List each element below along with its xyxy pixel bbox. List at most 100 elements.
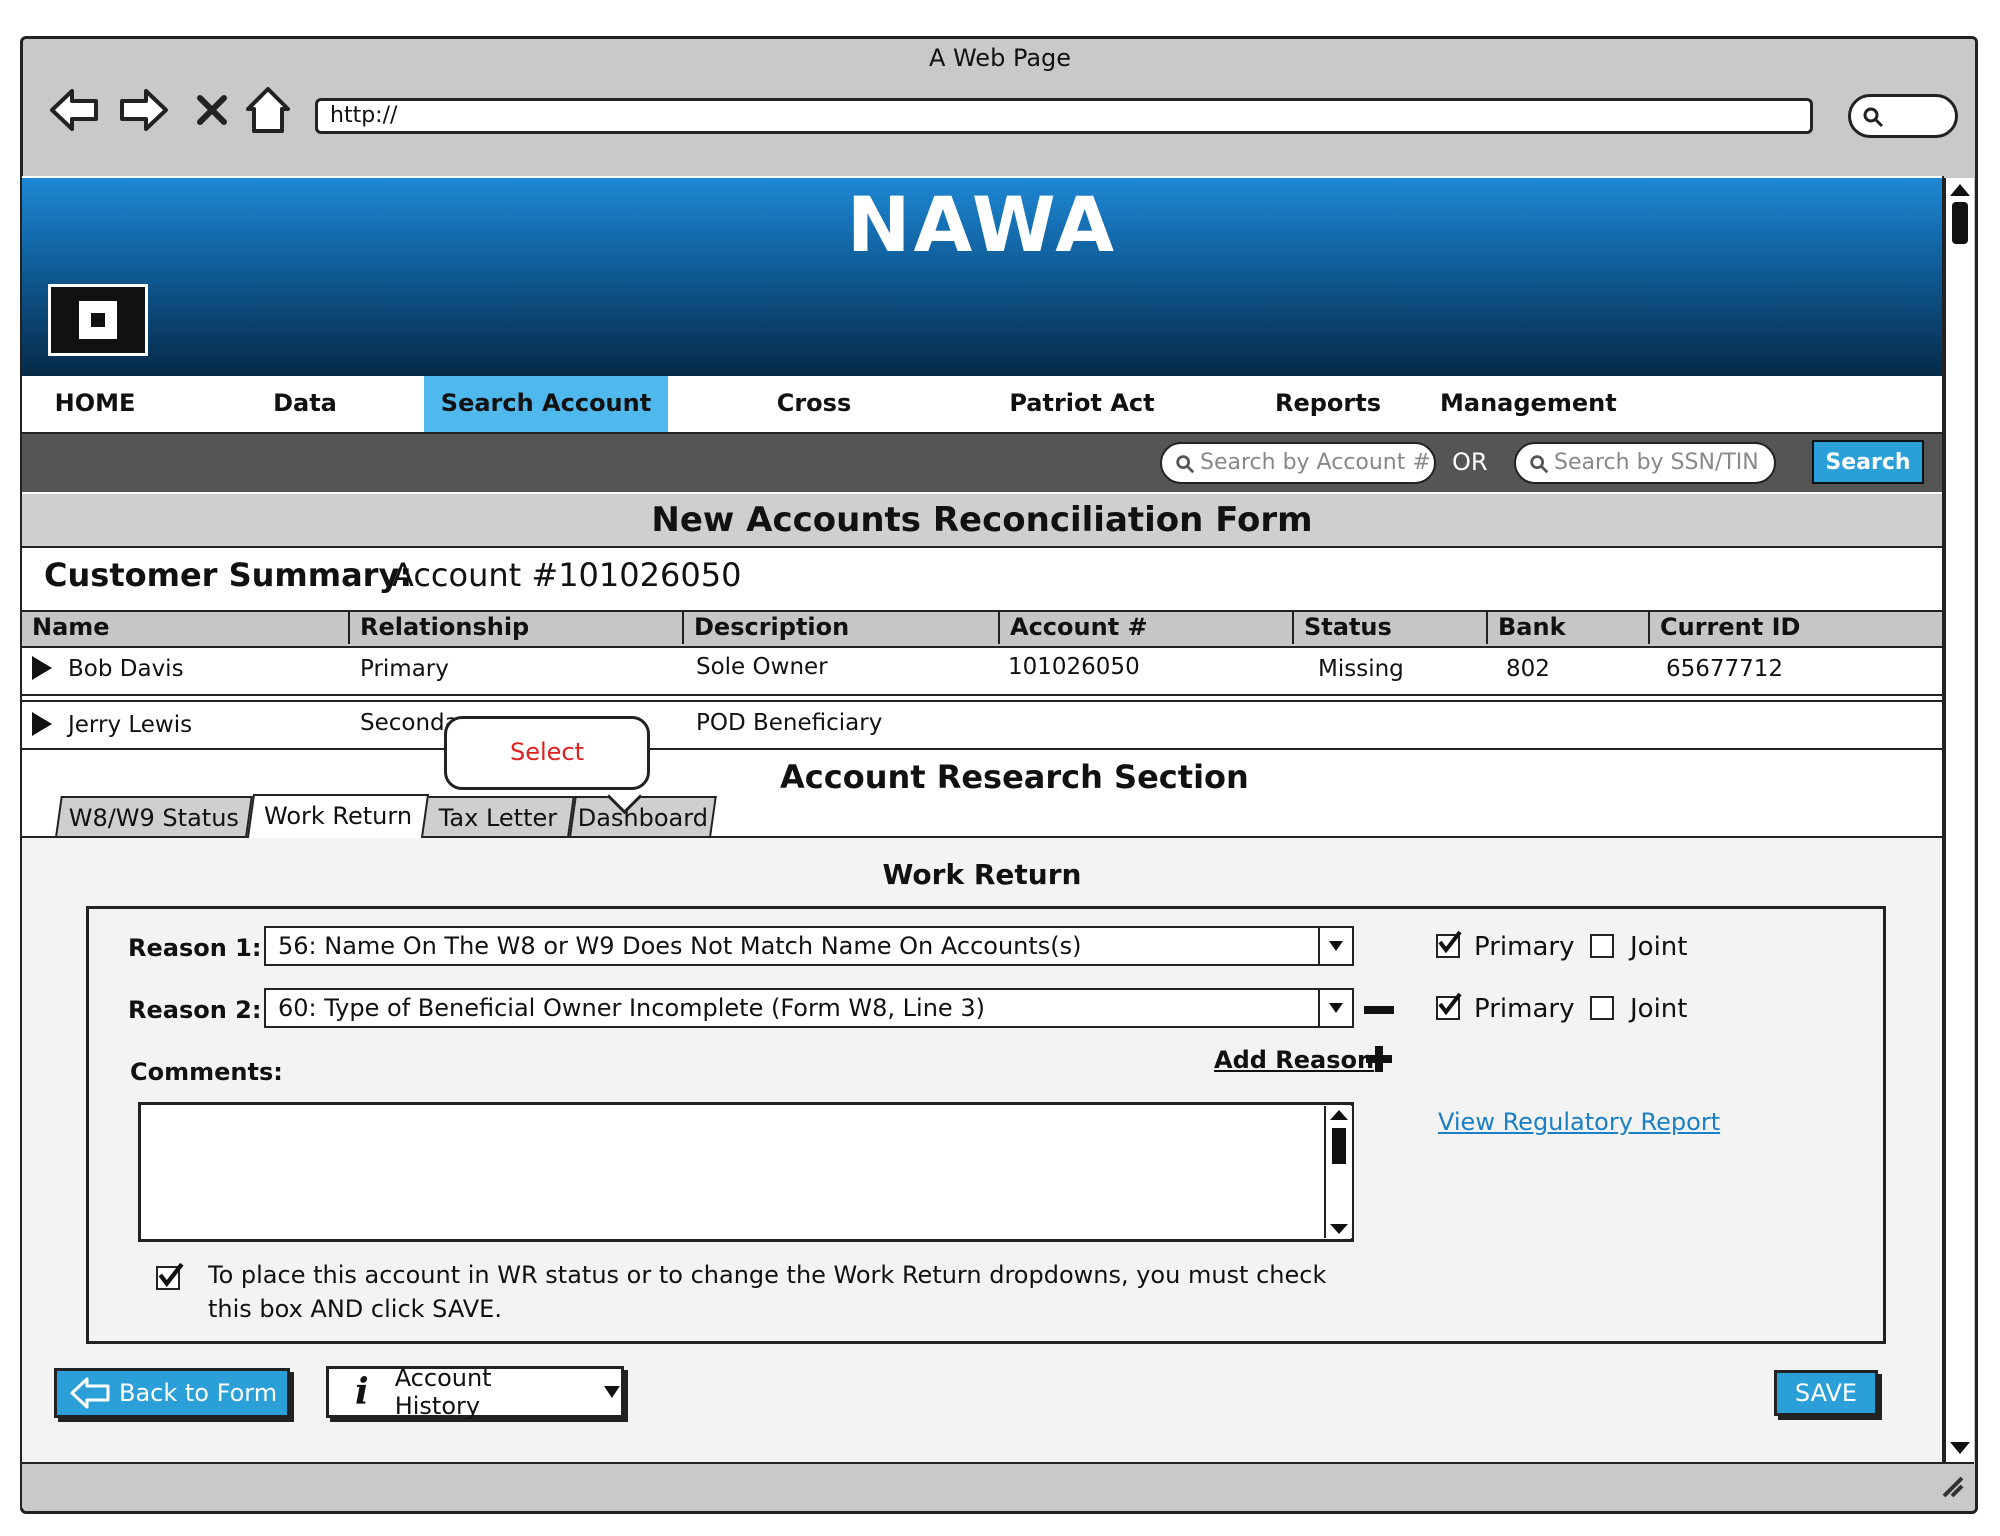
browser-search-field[interactable] xyxy=(1848,94,1958,138)
address-bar[interactable]: http:// xyxy=(315,98,1813,134)
reason2-primary-label: Primary xyxy=(1474,994,1575,1024)
chevron-down-icon[interactable] xyxy=(1318,990,1352,1026)
save-label: SAVE xyxy=(1794,1379,1858,1407)
nav-data-management[interactable]: Data Management xyxy=(190,376,420,471)
ssn-search-input[interactable]: Search by SSN/TIN xyxy=(1514,442,1776,484)
tab-dashboard[interactable]: Dashboard xyxy=(569,796,717,836)
nav-management[interactable]: Management xyxy=(1440,376,1617,432)
save-button[interactable]: SAVE xyxy=(1774,1370,1878,1416)
plus-icon[interactable] xyxy=(1364,1044,1394,1074)
nav-reports-menu[interactable]: Reports Menu xyxy=(1240,376,1416,471)
info-icon: i xyxy=(355,1371,369,1413)
reason1-joint-checkbox[interactable] xyxy=(1590,934,1614,958)
column-header-bank: Bank xyxy=(1486,610,1648,644)
nav-home[interactable]: HOME xyxy=(40,376,150,432)
view-regulatory-report-link[interactable]: View Regulatory Report xyxy=(1438,1108,1720,1136)
expand-arrow-icon[interactable] xyxy=(32,712,52,736)
search-icon xyxy=(1530,455,1549,474)
reason2-label: Reason 2: xyxy=(128,996,262,1024)
reason1-primary-checkbox[interactable] xyxy=(1436,930,1462,958)
account-search-input[interactable]: Search by Account # xyxy=(1160,442,1436,484)
table-row[interactable] xyxy=(22,644,1942,696)
expand-arrow-icon[interactable] xyxy=(32,656,52,680)
nav-cross-certification[interactable]: Cross Certification xyxy=(696,376,932,471)
back-to-form-button[interactable]: Back to Form xyxy=(54,1368,290,1418)
checkmark-icon xyxy=(158,1262,184,1288)
chevron-down-icon xyxy=(604,1386,621,1398)
tab-label: W8/W9 Status xyxy=(68,804,239,832)
forward-arrow-icon[interactable] xyxy=(116,82,172,138)
tab-w8-w9-status[interactable]: W8/W9 Status xyxy=(55,796,253,836)
reason2-value: 60: Type of Beneficial Owner Incomplete … xyxy=(278,994,985,1022)
tab-label: Dashboard xyxy=(577,804,708,832)
account-search-placeholder: Search by Account # xyxy=(1200,450,1431,475)
brand-title: NAWA xyxy=(846,180,1118,269)
or-label: OR xyxy=(1452,448,1488,476)
column-header-status: Status xyxy=(1292,610,1486,644)
checkmark-icon xyxy=(1438,992,1462,1016)
logo-icon xyxy=(79,301,117,339)
account-history-button[interactable]: i Account History xyxy=(326,1364,624,1420)
cell-account: 101026050 xyxy=(1008,654,1140,680)
reason2-primary-checkbox[interactable] xyxy=(1436,992,1462,1020)
ssn-search-placeholder: Search by SSN/TIN xyxy=(1554,450,1759,475)
select-callout: Select xyxy=(444,716,650,790)
work-return-title: Work Return xyxy=(882,858,1082,891)
search-button[interactable]: Search xyxy=(1812,440,1924,484)
comments-textarea[interactable] xyxy=(138,1102,1354,1242)
column-header-relationship: Relationship xyxy=(348,610,682,644)
home-icon[interactable] xyxy=(240,82,296,138)
form-title: New Accounts Reconciliation Form xyxy=(651,500,1313,540)
resize-grip-icon[interactable] xyxy=(1936,1470,1966,1500)
comments-label: Comments: xyxy=(130,1058,283,1086)
back-to-form-label: Back to Form xyxy=(119,1379,278,1407)
cell-name: Jerry Lewis xyxy=(68,712,193,738)
cell-bank: 802 xyxy=(1506,656,1550,682)
column-header-current-id: Current ID xyxy=(1648,610,1942,644)
reason2-joint-label: Joint xyxy=(1630,994,1688,1024)
search-icon xyxy=(1176,455,1195,474)
nav-search-account[interactable]: Search Account xyxy=(424,376,668,432)
confirm-checkbox[interactable] xyxy=(156,1262,184,1290)
back-arrow-icon xyxy=(70,1377,110,1409)
reason1-value: 56: Name On The W8 or W9 Does Not Match … xyxy=(278,932,1082,960)
account-history-label: Account History xyxy=(394,1364,492,1420)
cell-current-id: 65677712 xyxy=(1666,656,1784,682)
table-row[interactable] xyxy=(22,700,1942,750)
reason2-joint-checkbox[interactable] xyxy=(1590,996,1614,1020)
add-reason-link[interactable]: Add Reason xyxy=(1214,1046,1374,1074)
page-scrollbar[interactable] xyxy=(1944,178,1974,1462)
column-header-description: Description xyxy=(682,610,998,644)
cell-description: POD Beneficiary xyxy=(696,710,883,736)
cell-relationship: Primary xyxy=(360,656,449,682)
nav-patriot-act-review[interactable]: Patriot Act Review xyxy=(968,376,1196,471)
reason2-dropdown[interactable]: 60: Type of Beneficial Owner Incomplete … xyxy=(264,988,1354,1028)
tab-label: Work Return xyxy=(263,802,413,830)
reason1-primary-label: Primary xyxy=(1474,932,1575,962)
window-title: A Web Page xyxy=(928,44,1072,72)
company-logo xyxy=(48,284,148,356)
remove-reason-icon[interactable] xyxy=(1364,1006,1394,1014)
back-arrow-icon[interactable] xyxy=(46,82,102,138)
comments-scrollbar[interactable] xyxy=(1324,1106,1352,1238)
reason1-dropdown[interactable]: 56: Name On The W8 or W9 Does Not Match … xyxy=(264,926,1354,966)
cell-status: Missing xyxy=(1318,656,1404,682)
stop-icon[interactable] xyxy=(184,82,240,138)
tab-label: Tax Letter xyxy=(438,804,557,832)
customer-summary-label: Customer Summary: xyxy=(44,556,413,594)
search-icon xyxy=(1863,107,1884,128)
research-section-title: Account Research Section xyxy=(780,758,1249,796)
checkmark-icon xyxy=(1438,930,1462,954)
reason1-label: Reason 1: xyxy=(128,934,262,962)
status-bar xyxy=(22,1462,1974,1508)
cell-description: Sole Owner xyxy=(696,654,828,680)
confirm-note: To place this account in WR status or to… xyxy=(208,1261,1327,1323)
chevron-down-icon[interactable] xyxy=(1318,928,1352,964)
column-header-account: Account # xyxy=(998,610,1292,644)
cell-name: Bob Davis xyxy=(68,656,184,682)
reason1-joint-label: Joint xyxy=(1630,932,1688,962)
tab-tax-letter[interactable]: Tax Letter xyxy=(421,796,575,836)
account-number-label: Account #101026050 xyxy=(392,556,742,594)
column-header-name: Name xyxy=(32,613,110,641)
tab-work-return[interactable]: Work Return xyxy=(246,794,430,838)
